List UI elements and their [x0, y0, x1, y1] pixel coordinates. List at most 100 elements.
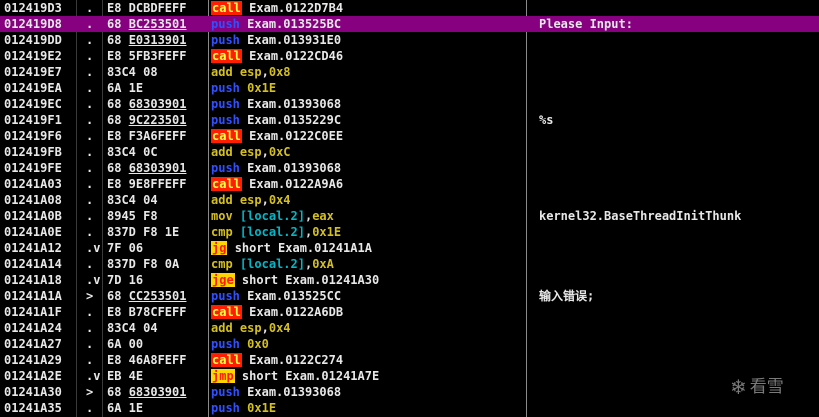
disasm-row[interactable]: 01241A12 .v 7F 06 jg short Exam.01241A1A	[0, 240, 819, 256]
mnemonic: push	[211, 33, 240, 47]
mnemonic: add	[211, 321, 233, 335]
disasm-row[interactable]: 01241A14. 837D F8 0A cmp [local.2],0xA	[0, 256, 819, 272]
operand: Exam.0122C274	[249, 353, 344, 367]
row-bytes: 68 CC253501	[107, 288, 207, 304]
disasm-row[interactable]: 01241A29. E8 46A8FEFF call Exam.0122C274	[0, 352, 819, 368]
mnemonic: add	[211, 65, 233, 79]
row-jump-marker: .	[86, 353, 94, 367]
row-bytes-opcode: E8 5FB3FEFF	[107, 49, 187, 63]
row-bytes-opcode: 6A 1E	[107, 81, 144, 95]
operand: esp	[239, 145, 262, 159]
operand: 0x8	[268, 65, 291, 79]
row-bytes-opcode: 6A 1E	[107, 401, 144, 415]
row-jump-marker: .	[86, 209, 94, 223]
row-bytes-opcode: EB 4E	[107, 369, 144, 383]
row-comment	[539, 240, 819, 256]
row-bytes-opcode: 6A 00	[107, 337, 144, 351]
disasm-row[interactable]: 012419FB. 83C4 0C add esp,0xC	[0, 144, 819, 160]
row-bytes-opcode: 68	[107, 289, 129, 303]
row-instruction: add esp,0x4	[211, 320, 525, 336]
row-instruction: push 0x1E	[211, 80, 525, 96]
row-comment	[539, 256, 819, 272]
mnemonic: call	[211, 177, 242, 191]
row-bytes-opcode: 83C4 0C	[107, 145, 158, 159]
mnemonic: push	[211, 113, 240, 127]
disasm-row[interactable]: 012419EA. 6A 1E push 0x1E	[0, 80, 819, 96]
operand: 0x4	[268, 321, 291, 335]
row-instruction: push Exam.01393068	[211, 96, 525, 112]
row-bytes: 6A 1E	[107, 400, 207, 416]
operand: Exam.01393068	[247, 97, 342, 111]
operand: eax	[312, 209, 334, 223]
disasm-row[interactable]: 012419DD. 68 E0313901 push Exam.013931E0	[0, 32, 819, 48]
row-bytes-operand: 68303901	[128, 97, 187, 111]
row-comment	[539, 176, 819, 192]
disasm-row[interactable]: 01241A0E. 837D F8 1E cmp [local.2],0x1E	[0, 224, 819, 240]
row-jump-marker: .	[86, 33, 94, 47]
row-comment	[539, 144, 819, 160]
row-jump-marker: .	[86, 337, 94, 351]
row-instruction: call Exam.0122C0EE	[211, 128, 525, 144]
row-jump-marker: .	[86, 1, 94, 15]
disasm-row[interactable]: 01241A27. 6A 00 push 0x0	[0, 336, 819, 352]
row-bytes-opcode: E8 46A8FEFF	[107, 353, 187, 367]
row-bytes-operand: E0313901	[128, 33, 187, 47]
disasm-row[interactable]: 01241A1F. E8 B78CFEFF call Exam.0122A6DB	[0, 304, 819, 320]
row-bytes-operand: 68303901	[128, 161, 187, 175]
disasm-row[interactable]: 01241A2E .v EB 4E jmp short Exam.01241A7E	[0, 368, 819, 384]
row-instruction: cmp [local.2],0xA	[211, 256, 525, 272]
operand: ,	[261, 321, 269, 335]
mnemonic: push	[211, 337, 240, 351]
disasm-row[interactable]: 012419F1. 68 9C223501 push Exam.0135229C %s	[0, 112, 819, 128]
mnemonic: push	[211, 97, 240, 111]
operand: esp	[239, 65, 262, 79]
disasm-row[interactable]: 01241A30 >68 68303901 push Exam.01393068	[0, 384, 819, 400]
disasm-row[interactable]: 01241A0B. 8945 F8 mov [local.2],eax kernel3…	[0, 208, 819, 224]
row-instruction: push Exam.01393068	[211, 160, 525, 176]
disasm-row[interactable]: 012419E7. 83C4 08 add esp,0x8	[0, 64, 819, 80]
snowflake-icon: ❄	[730, 375, 747, 399]
disasm-row[interactable]: 01241A1A >68 CC253501 push Exam.013525CC 输入…	[0, 288, 819, 304]
disasm-row[interactable]: 012419D3. E8 DCBDFEFF call Exam.0122D7B4	[0, 0, 819, 16]
row-address: 012419F6	[4, 129, 62, 143]
row-address: 012419E7	[4, 65, 62, 79]
disasm-row[interactable]: 012419FE. 68 68303901 push Exam.01393068	[0, 160, 819, 176]
row-address: 012419D8	[4, 17, 62, 31]
operand: ,	[261, 193, 269, 207]
row-bytes: 6A 1E	[107, 80, 207, 96]
disasm-row[interactable]: 01241A18 .v 7D 16 jge short Exam.01241A30	[0, 272, 819, 288]
disasm-row[interactable]: 012419F6. E8 F3A6FEFF call Exam.0122C0EE	[0, 128, 819, 144]
mnemonic: cmp	[211, 225, 233, 239]
mnemonic: jg	[211, 241, 228, 255]
row-bytes: 68 68303901	[107, 160, 207, 176]
row-bytes: 83C4 04	[107, 320, 207, 336]
operand: short Exam.01241A7E	[241, 369, 380, 383]
mnemonic: call	[211, 305, 242, 319]
row-bytes-opcode: E8 B78CFEFF	[107, 305, 187, 319]
disasm-row[interactable]: 01241A03. E8 9E8FFEFF call Exam.0122A9A6	[0, 176, 819, 192]
disasm-row[interactable]: 01241A35. 6A 1E push 0x1E	[0, 400, 819, 416]
row-instruction: jmp short Exam.01241A7E	[211, 368, 525, 384]
operand: Exam.0122A9A6	[249, 177, 344, 191]
operand: 0x1E	[247, 401, 277, 415]
mnemonic: push	[211, 289, 240, 303]
row-comment	[539, 352, 819, 368]
mnemonic: jmp	[211, 369, 235, 383]
row-address: 01241A12	[4, 241, 62, 255]
disasm-row[interactable]: 01241A08. 83C4 04 add esp,0x4	[0, 192, 819, 208]
operand: ,	[261, 145, 269, 159]
watermark: ❄ 看雪	[730, 372, 784, 399]
row-instruction: cmp [local.2],0x1E	[211, 224, 525, 240]
row-comment	[539, 48, 819, 64]
mnemonic: push	[211, 385, 240, 399]
disasm-row[interactable]: 01241A24. 83C4 04 add esp,0x4	[0, 320, 819, 336]
disasm-row[interactable]: 012419D8. 68 BC253501 push Exam.013525BC Pl…	[0, 16, 819, 32]
operand: Exam.01393068	[247, 385, 342, 399]
disasm-row[interactable]: 012419EC. 68 68303901 push Exam.01393068	[0, 96, 819, 112]
row-bytes-opcode: 8945 F8	[107, 209, 158, 223]
disasm-row[interactable]: 012419E2. E8 5FB3FEFF call Exam.0122CD46	[0, 48, 819, 64]
row-address: 01241A24	[4, 321, 62, 335]
row-bytes-opcode: 68	[107, 33, 129, 47]
row-bytes-opcode: 83C4 04	[107, 321, 158, 335]
operand: Exam.0122A6DB	[249, 305, 344, 319]
